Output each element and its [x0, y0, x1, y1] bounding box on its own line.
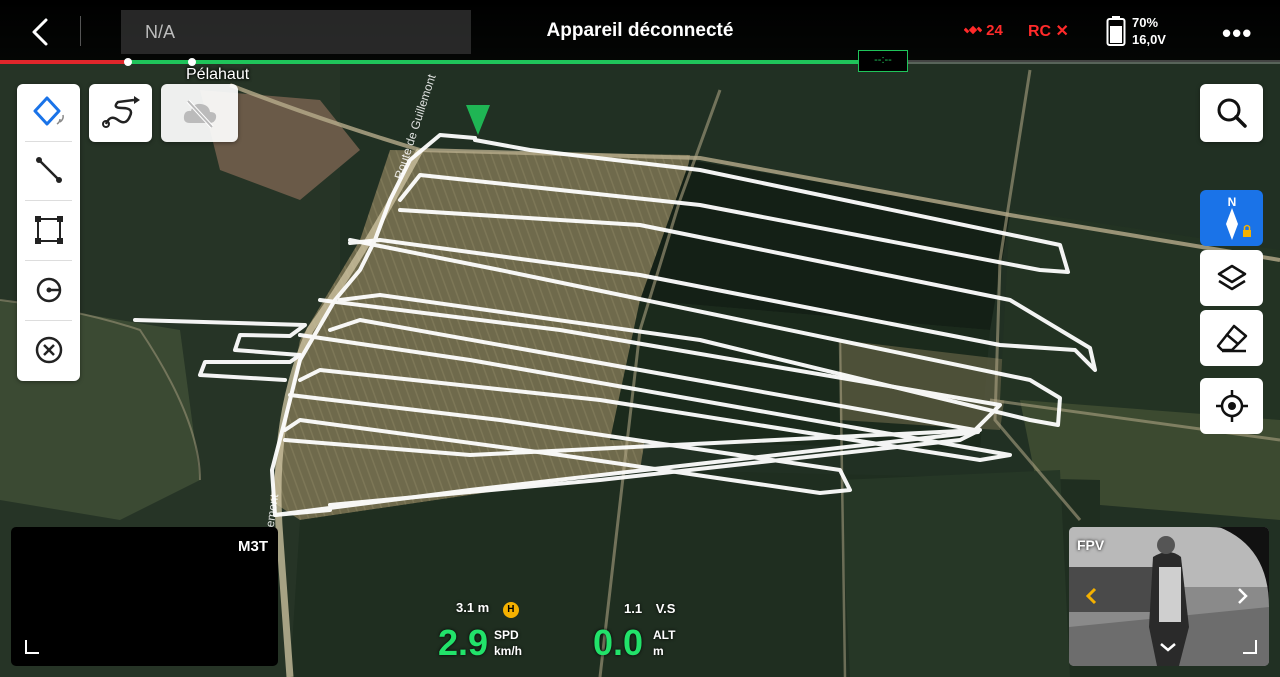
- battery-icon: [1106, 16, 1126, 51]
- eraser-icon: [1216, 324, 1247, 353]
- close-circle-icon: [35, 336, 62, 364]
- progress-time-marker[interactable]: --:--: [858, 50, 908, 72]
- divider: [25, 260, 72, 261]
- cloud-off-icon: [183, 99, 216, 129]
- divider: [80, 16, 81, 46]
- map-controls: N: [1200, 190, 1263, 434]
- camera-model-label: M3T: [238, 538, 268, 555]
- vertical-speed-label: V.S: [655, 601, 676, 616]
- battery-voltage: 16,0V: [1132, 32, 1166, 47]
- clear-tool[interactable]: [17, 322, 80, 378]
- vertical-speed-readout: 1.1 V.S: [624, 601, 675, 616]
- square-area-icon: [34, 216, 63, 244]
- layers-icon: [1217, 264, 1246, 291]
- route-path-icon: [101, 96, 140, 128]
- progress-segment-green: [128, 60, 858, 64]
- rc-status[interactable]: RC ✕: [1028, 21, 1069, 41]
- cloud-sync-button[interactable]: [161, 84, 238, 142]
- crosshair-locate-icon: [1215, 390, 1248, 422]
- satellite-icon: [963, 25, 983, 35]
- altitude-value: 0.0: [593, 622, 644, 663]
- progress-dot-start: [124, 58, 132, 66]
- svg-text:N: N: [1227, 195, 1236, 209]
- home-distance-readout: 3.1 m H: [456, 600, 519, 618]
- chevron-down-icon[interactable]: [1159, 642, 1177, 652]
- circle-tool[interactable]: [17, 262, 80, 318]
- progress-segment-red: [0, 60, 128, 64]
- diamond-pin-icon: [33, 96, 64, 126]
- top-status-bar: N/A Appareil déconnecté 24 RC ✕ 70% 16,0…: [0, 0, 1280, 62]
- divider: [25, 320, 72, 321]
- home-icon: H: [502, 602, 519, 618]
- compass-north-icon: N: [1225, 195, 1251, 240]
- chevron-left-icon: [32, 18, 48, 46]
- pin-point-tool[interactable]: [17, 84, 80, 140]
- speed-value: 2.9: [438, 622, 489, 663]
- back-button[interactable]: [22, 12, 62, 52]
- vertical-speed-value: 1.1: [624, 601, 643, 616]
- more-options-button[interactable]: •••: [1222, 18, 1252, 49]
- battery-percent: 70%: [1132, 15, 1159, 30]
- search-icon: [1217, 98, 1247, 128]
- area-tool[interactable]: [17, 202, 80, 258]
- circle-radius-icon: [36, 277, 61, 303]
- map-layers-button[interactable]: [1200, 250, 1263, 306]
- divider: [25, 200, 72, 201]
- connection-status-title: Appareil déconnecté: [546, 20, 734, 41]
- home-distance-value: 3.1 m: [456, 600, 490, 615]
- flight-progress-bar: --:--: [0, 50, 1280, 72]
- speed-label: SPD: [494, 628, 519, 642]
- fpv-label: FPV: [1077, 537, 1105, 553]
- camera-preview-window[interactable]: M3T: [11, 527, 278, 666]
- fpv-preview-window[interactable]: FPV: [1069, 527, 1269, 666]
- gps-status[interactable]: 24: [963, 22, 1003, 39]
- altitude-label: ALT: [653, 628, 676, 642]
- gps-count: 24: [986, 22, 1003, 39]
- line-icon: [35, 157, 62, 183]
- flight-route-button[interactable]: [89, 84, 152, 142]
- battery-readout[interactable]: 70% 16,0V: [1132, 14, 1166, 48]
- progress-dot: [188, 58, 196, 66]
- speed-unit: km/h: [494, 644, 523, 658]
- altitude-units: ALT m: [653, 627, 675, 659]
- north-lock-button[interactable]: N: [1200, 190, 1263, 246]
- chevron-right-icon[interactable]: [1237, 587, 1249, 605]
- expand-corner-icon[interactable]: [1243, 640, 1257, 654]
- search-button[interactable]: [1200, 84, 1263, 142]
- map-place-label: Pélahaut: [186, 66, 250, 83]
- altitude-unit: m: [653, 644, 664, 658]
- expand-corner-icon[interactable]: [25, 640, 39, 654]
- chevron-left-icon[interactable]: [1085, 587, 1097, 605]
- line-tool[interactable]: [17, 142, 80, 198]
- map-drawing-toolbar: [17, 84, 80, 381]
- speed-units: SPD km/h: [494, 627, 522, 659]
- eraser-button[interactable]: [1200, 310, 1263, 366]
- locate-button[interactable]: [1200, 378, 1263, 434]
- flight-mode-field[interactable]: N/A: [121, 10, 471, 54]
